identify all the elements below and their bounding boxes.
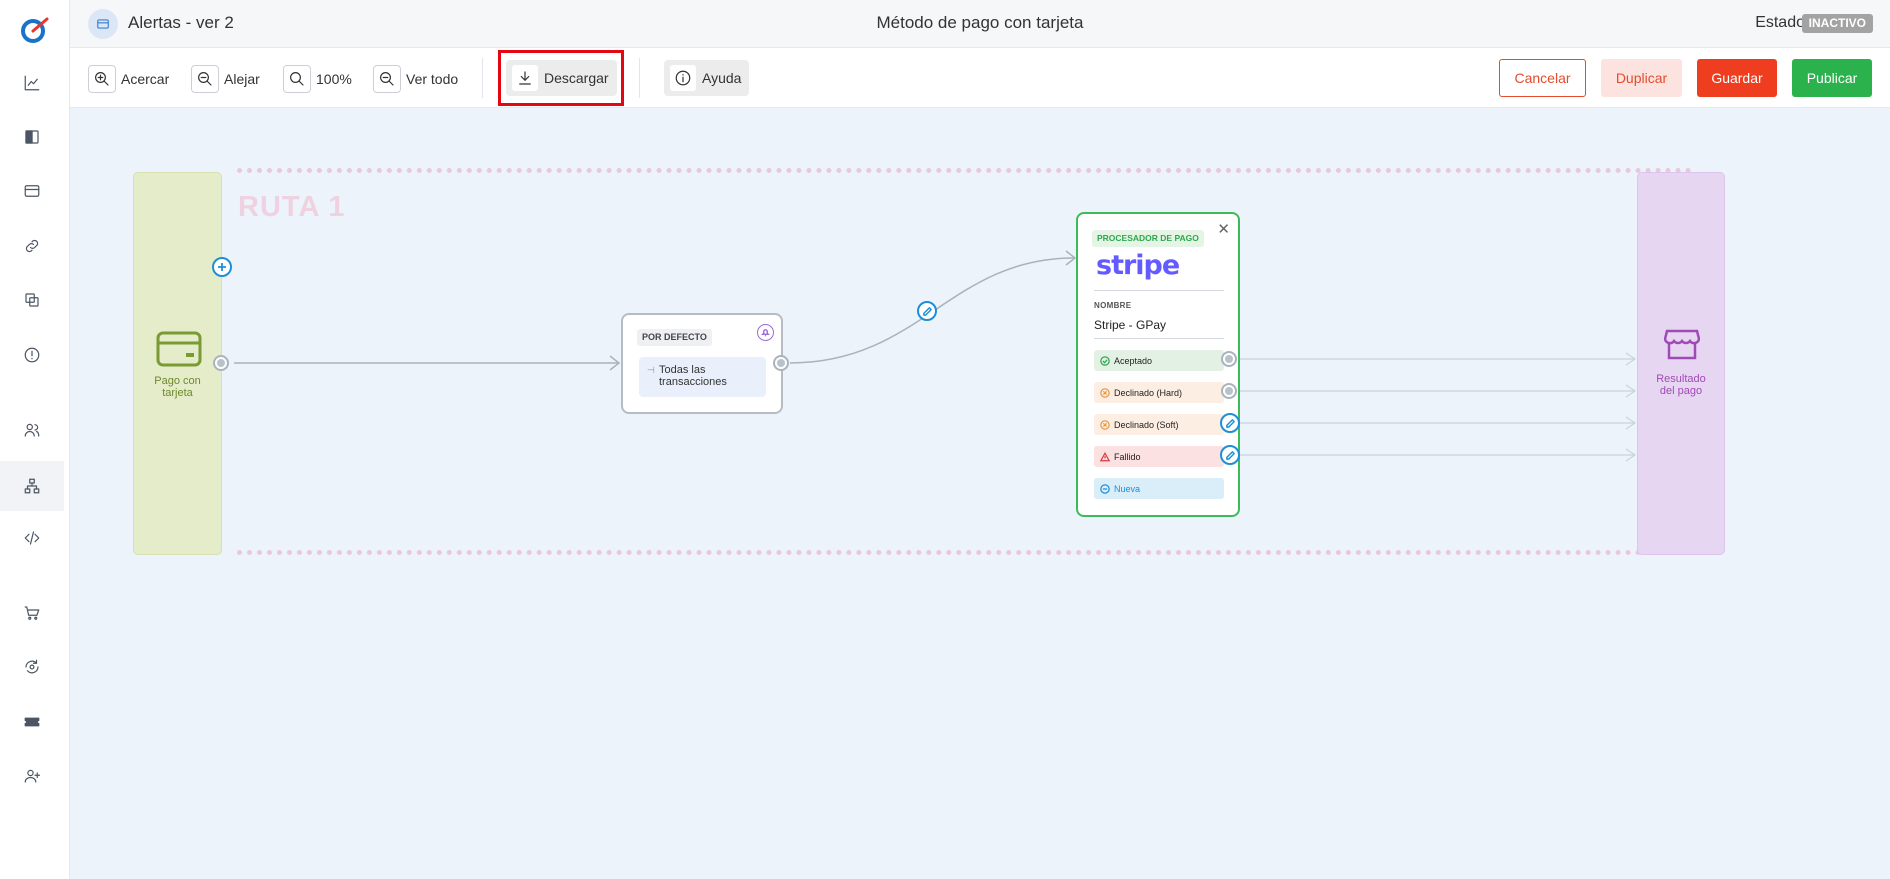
edit-connection-button[interactable] [917, 301, 937, 321]
fit-all-button[interactable]: Ver todo [373, 64, 458, 94]
route-border-bottom [237, 550, 1692, 555]
zoom-level: 100% [316, 71, 352, 87]
output-declined-hard[interactable]: Declinado (Hard) [1094, 382, 1224, 403]
toolbar: Acercar Alejar 100% Ver todo Descargar A… [70, 48, 1890, 108]
output-new[interactable]: Nueva [1094, 478, 1224, 499]
arrow-icon: ⊣ [647, 365, 655, 375]
sidebar-item-docs[interactable] [0, 112, 64, 162]
zoom-reset-button[interactable]: 100% [283, 64, 352, 94]
download-highlight-box [498, 50, 624, 106]
magnifier-icon [283, 65, 311, 93]
toolbar-divider [639, 58, 640, 98]
x-circle-icon [1100, 419, 1110, 430]
store-icon [1664, 329, 1700, 360]
publish-button[interactable]: Publicar [1792, 59, 1872, 97]
start-output-connector[interactable] [213, 355, 229, 371]
sidebar-item-users[interactable] [0, 405, 64, 455]
edit-icon [1225, 418, 1235, 428]
alert-icon [24, 347, 40, 363]
route-label: RUTA 1 [238, 191, 346, 223]
default-condition-node[interactable]: POR DEFECTO ⊣ Todas las transacciones [621, 313, 783, 414]
output-accepted[interactable]: Aceptado [1094, 350, 1224, 371]
duplicate-button[interactable]: Duplicar [1601, 59, 1682, 97]
cancel-button[interactable]: Cancelar [1499, 59, 1586, 97]
sidebar-item-alerts[interactable] [0, 330, 64, 380]
name-label: NOMBRE [1094, 301, 1132, 310]
book-icon [25, 130, 39, 144]
save-button[interactable]: Guardar [1697, 59, 1777, 97]
fit-view-icon [373, 65, 401, 93]
stripe-logo: stripe [1096, 250, 1180, 281]
cart-icon [24, 606, 40, 620]
edit-output-failed-button[interactable] [1220, 445, 1240, 465]
start-node-card-payment[interactable]: Pago con tarjeta [133, 172, 222, 555]
sidebar-item-store[interactable] [0, 588, 64, 638]
zoom-in-button[interactable]: Acercar [88, 64, 169, 94]
workflow-canvas[interactable]: RUTA 1 Pago con tarjeta POR DEFECTO ⊣ To… [70, 108, 1890, 879]
credit-card-icon [156, 331, 202, 367]
code-icon [24, 531, 40, 545]
minus-circle-icon [1100, 483, 1110, 494]
zoom-out-button[interactable]: Alejar [191, 64, 260, 94]
condition-box: ⊣ Todas las transacciones [639, 357, 766, 397]
node-tag: PROCESADOR DE PAGO [1092, 230, 1204, 247]
credit-card-icon [24, 185, 40, 197]
users-icon [24, 423, 40, 437]
plus-icon [218, 263, 226, 271]
sitemap-icon [24, 478, 40, 494]
close-icon[interactable]: ✕ [1217, 220, 1230, 238]
name-value: Stripe - GPay [1094, 318, 1167, 332]
page-title: Método de pago con tarjeta [876, 13, 1084, 32]
sidebar-item-invite[interactable] [0, 751, 64, 801]
sidebar-item-workflows[interactable] [0, 461, 64, 511]
sidebar-item-links[interactable] [0, 221, 64, 271]
payment-processor-node[interactable]: PROCESADOR DE PAGO ✕ stripe NOMBRE Strip… [1076, 212, 1240, 517]
output-declined-soft[interactable]: Declinado (Soft) [1094, 414, 1224, 435]
sidebar [0, 0, 70, 879]
bell-icon[interactable] [757, 324, 774, 341]
copy-icon [25, 293, 39, 307]
check-circle-icon [1100, 355, 1110, 366]
zoom-out-icon [191, 65, 219, 93]
divider [1094, 338, 1224, 339]
end-node-payment-result[interactable]: Resultado del pago [1637, 172, 1725, 555]
output-failed[interactable]: Fallido [1094, 446, 1224, 467]
workflow-icon [88, 9, 118, 39]
link-icon [25, 239, 39, 253]
output-connector-declined-hard[interactable] [1221, 383, 1237, 399]
edit-output-declined-soft-button[interactable] [1220, 413, 1240, 433]
add-node-button[interactable] [212, 257, 232, 277]
x-circle-icon [1100, 387, 1110, 398]
status-label: Estado [1755, 14, 1805, 31]
divider [1094, 290, 1224, 291]
workflow-title: Alertas - ver 2 [128, 13, 234, 32]
output-connector-accepted[interactable] [1221, 351, 1237, 367]
node-tag: POR DEFECTO [637, 329, 712, 346]
header: Alertas - ver 2 Método de pago con tarje… [70, 0, 1890, 48]
toolbar-divider [482, 58, 483, 98]
warning-icon [1100, 451, 1110, 461]
sidebar-item-copies[interactable] [0, 275, 64, 325]
default-output-connector[interactable] [773, 355, 789, 371]
edit-icon [922, 306, 932, 316]
sidebar-item-monitor[interactable] [0, 642, 64, 692]
app-logo[interactable] [19, 13, 51, 45]
user-plus-icon [24, 769, 41, 783]
route-border-top [237, 168, 1692, 173]
ticket-icon [24, 717, 40, 727]
sidebar-item-developers[interactable] [0, 513, 64, 563]
sidebar-item-analytics[interactable] [0, 58, 64, 108]
sidebar-item-coupons[interactable] [0, 697, 64, 747]
zoom-in-icon [88, 65, 116, 93]
help-button[interactable]: Ayuda [664, 60, 750, 96]
chart-icon [24, 75, 40, 91]
info-icon [670, 65, 696, 91]
refresh-eye-icon [25, 659, 39, 674]
sidebar-item-payments[interactable] [0, 166, 64, 216]
edit-icon [1225, 450, 1235, 460]
status-badge: INACTIVO [1801, 14, 1873, 33]
